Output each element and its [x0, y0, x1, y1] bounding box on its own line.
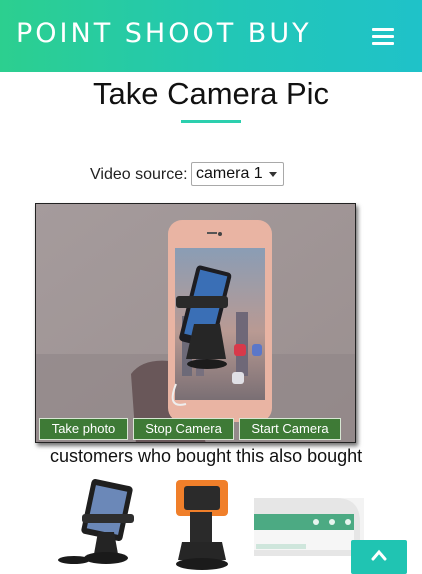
camera-video-feed[interactable]	[35, 203, 356, 443]
camera-feed-image	[36, 204, 355, 442]
brand-logo[interactable]: POINT SHOOT BUY	[16, 18, 312, 49]
chevron-down-icon	[269, 172, 277, 177]
also-bought-heading: customers who bought this also bought	[50, 446, 363, 466]
page-title: Take Camera Pic	[92, 76, 330, 111]
video-source-value: camera 1	[196, 165, 263, 182]
hamburger-menu-icon[interactable]	[372, 28, 394, 46]
product-thumbnail[interactable]	[254, 472, 364, 574]
phone-car-mount-black-icon	[58, 478, 134, 564]
video-source-select[interactable]: camera 1	[191, 162, 284, 186]
scroll-to-top-button[interactable]	[351, 540, 407, 574]
product-thumbnail[interactable]	[160, 472, 245, 574]
chevron-up-icon	[371, 549, 387, 561]
product-thumbnail[interactable]	[52, 472, 152, 574]
phone-screen-thumbnail-icon	[254, 498, 364, 574]
hamburger-line	[372, 28, 394, 31]
title-underline	[181, 120, 241, 123]
hamburger-line	[372, 42, 394, 45]
video-source-label: Video source:	[90, 166, 188, 183]
stop-camera-button[interactable]: Stop Camera	[133, 418, 234, 440]
top-nav-bar: POINT SHOOT BUY	[0, 0, 422, 72]
phone-car-mount-orange-icon	[176, 480, 228, 570]
start-camera-button[interactable]: Start Camera	[239, 418, 341, 440]
take-photo-button[interactable]: Take photo	[39, 418, 128, 440]
hamburger-line	[372, 35, 394, 38]
